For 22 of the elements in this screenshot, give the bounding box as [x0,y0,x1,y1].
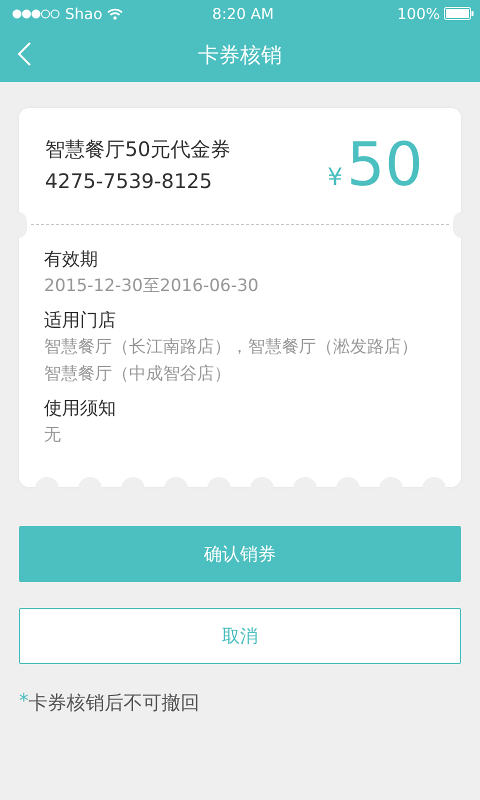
coupon-amount: 50 [346,134,423,196]
note-text: 卡券核销后不可撤回 [28,691,200,716]
detail-value: 智慧餐厅（中成智谷店） [44,363,232,386]
battery-percent: 100% [397,4,440,22]
battery-icon [444,7,474,20]
wifi-icon [107,8,124,20]
detail-value: 无 [44,424,62,447]
coupon-name: 智慧餐厅50元代金券 [45,136,232,162]
confirm-button[interactable]: 确认销券 [19,526,461,582]
detail-label: 适用门店 [44,309,117,333]
detail-value: 智慧餐厅（长江南路店），智慧餐厅（淞发路店） [44,336,419,359]
currency-symbol: ¥ [327,163,343,191]
detail-label: 有效期 [44,248,99,272]
carrier-name: Shao [65,4,102,22]
coupon-code: 4275-7539-8125 [45,168,214,194]
detail-value: 2015-12-30至2016-06-30 [44,275,260,298]
cancel-button[interactable]: 取消 [19,608,461,664]
detail-label: 使用须知 [44,397,117,421]
signal-icon [12,8,60,18]
page-title: 卡券核销 [197,42,283,68]
status-time: 8:20 AM [211,4,275,22]
note-asterisk: * [19,690,28,714]
